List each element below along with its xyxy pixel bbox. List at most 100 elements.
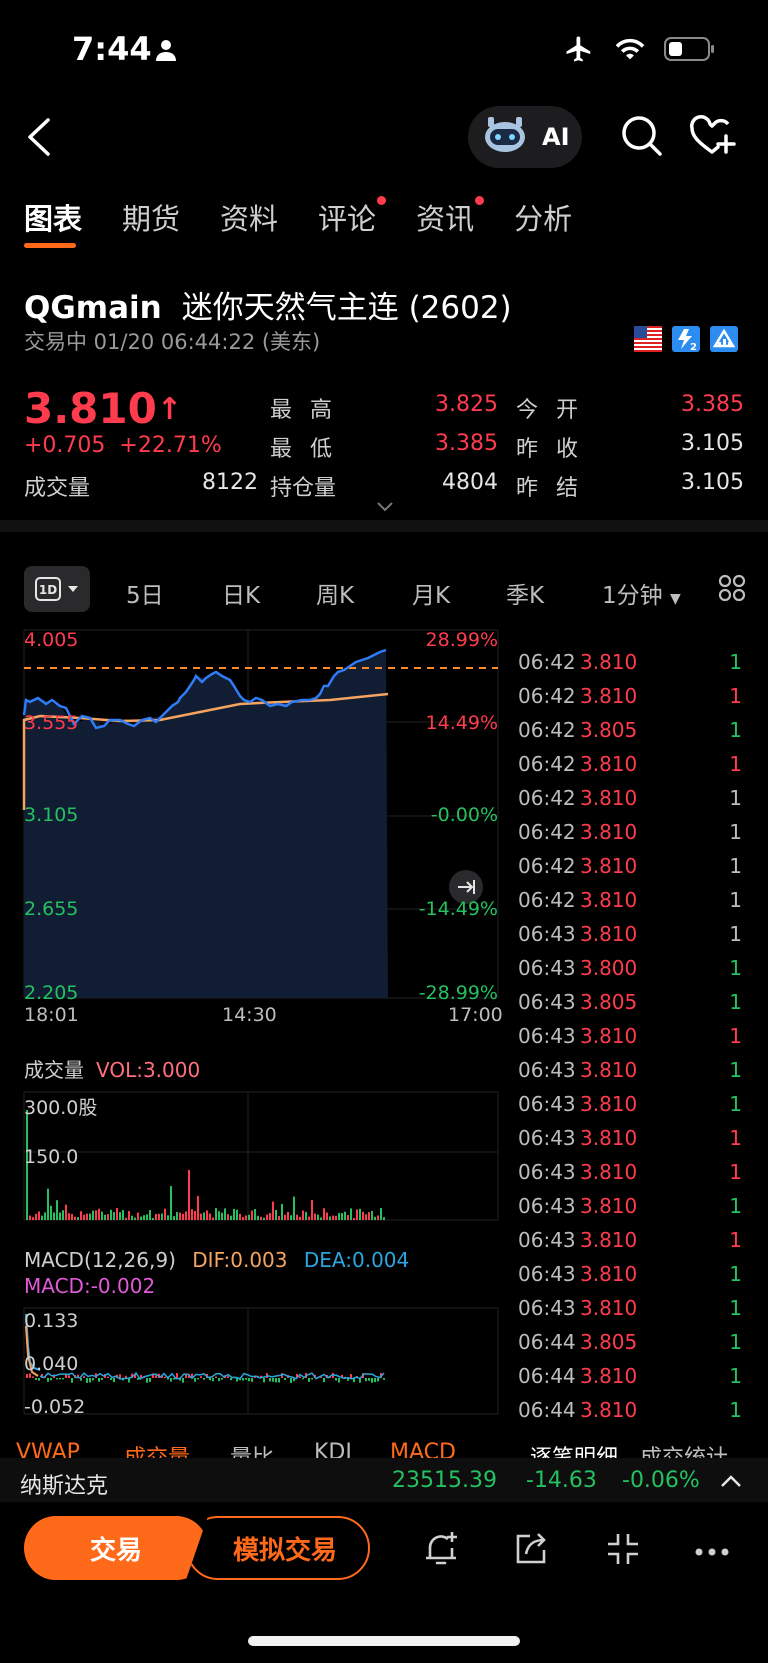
macd-axis-0: 0.133 xyxy=(24,1310,79,1332)
trade-price: 3.810 xyxy=(580,922,638,946)
macd-bar xyxy=(35,1378,37,1381)
trade-qty: 1 xyxy=(729,684,742,708)
trade-price: 3.810 xyxy=(580,1296,638,1320)
trade-price: 3.810 xyxy=(580,1024,638,1048)
macd-bar xyxy=(365,1378,367,1382)
period-monthly[interactable]: 月K xyxy=(412,576,450,610)
macd-bar xyxy=(245,1378,247,1380)
trade-row: 06:43 3.810 1 xyxy=(518,1160,748,1194)
bell-add-icon[interactable] xyxy=(422,1530,460,1572)
caret-down-icon xyxy=(68,586,78,592)
macd-dea: DEA:0.004 xyxy=(303,1248,410,1272)
volume-bar xyxy=(266,1214,268,1220)
trade-qty: 1 xyxy=(729,854,742,878)
ai-label: AI xyxy=(542,123,570,151)
volume-bar xyxy=(212,1217,214,1220)
volume-bar xyxy=(209,1213,211,1220)
tab-1[interactable]: 期货 xyxy=(122,196,180,238)
trade-ticks-list[interactable]: 06:42 3.810 1 06:42 3.810 1 06:42 3.805 1 06:42 3.… xyxy=(518,650,748,1432)
trade-row: 06:42 3.810 1 xyxy=(518,854,748,888)
status-time: 7:44 xyxy=(72,30,152,68)
volume-bar xyxy=(197,1196,199,1220)
period-1d-dropdown[interactable]: 1D xyxy=(24,566,90,612)
volume-bar xyxy=(362,1211,364,1220)
volume-bar xyxy=(377,1215,379,1220)
volume-bar xyxy=(53,1212,55,1220)
volume-bar xyxy=(302,1210,304,1220)
tab-volume-ratio[interactable]: 量比 xyxy=(230,1440,274,1460)
volume-bar xyxy=(242,1217,244,1220)
tab-0[interactable]: 图表 xyxy=(24,196,82,248)
us-flag-icon[interactable] xyxy=(634,326,662,352)
tab-trade-stats[interactable]: 成交统计 xyxy=(640,1440,728,1460)
tab-3[interactable]: 评论 xyxy=(318,196,387,238)
tab-5[interactable]: 分析 xyxy=(514,196,572,238)
expand-chevron-icon[interactable] xyxy=(376,498,394,517)
volume-bar xyxy=(158,1213,160,1220)
volume-bar xyxy=(185,1211,187,1220)
period-5d[interactable]: 5日 xyxy=(126,576,164,610)
more-icon[interactable] xyxy=(694,1542,730,1561)
tab-vwap[interactable]: VWAP xyxy=(16,1440,80,1460)
tab-tick-detail[interactable]: 逐笔明细 xyxy=(530,1440,618,1460)
macd-bar xyxy=(275,1378,277,1383)
trade-qty: 1 xyxy=(729,718,742,742)
trade-price: 3.800 xyxy=(580,956,638,980)
trade-time: 06:42 xyxy=(518,786,576,810)
back-button[interactable] xyxy=(22,112,58,162)
index-ticker-bar[interactable]: 纳斯达克 23515.39 -14.63 -0.06% xyxy=(0,1458,768,1502)
trade-row: 06:43 3.805 1 xyxy=(518,990,748,1024)
period-selector: 1D 5日 日K 周K 月K 季K 1分钟 ▼ xyxy=(24,566,754,612)
1d-icon: 1D xyxy=(35,577,61,601)
volume-bar xyxy=(230,1215,232,1220)
trade-button[interactable]: 交易 xyxy=(24,1516,208,1580)
home-indicator[interactable] xyxy=(248,1636,520,1646)
period-daily[interactable]: 日K xyxy=(222,576,260,610)
period-quarterly[interactable]: 季K xyxy=(506,576,544,610)
period-1d-label: 1D xyxy=(39,583,57,597)
chevron-up-icon[interactable] xyxy=(720,1470,742,1495)
search-icon[interactable] xyxy=(620,114,664,162)
volume-bar xyxy=(239,1213,241,1220)
trade-time: 06:43 xyxy=(518,1262,576,1286)
macd-bar xyxy=(182,1378,184,1383)
tab-2[interactable]: 资料 xyxy=(220,196,278,238)
tab-volume[interactable]: 成交量 xyxy=(124,1440,190,1460)
volume-bar xyxy=(143,1215,145,1220)
volume-bar xyxy=(317,1214,319,1220)
volume-bar xyxy=(125,1217,127,1220)
period-weekly[interactable]: 周K xyxy=(316,576,354,610)
macd-bar xyxy=(197,1378,199,1380)
volume-bar xyxy=(161,1213,163,1220)
chart-rank-icon[interactable] xyxy=(710,326,738,352)
volume-bar xyxy=(359,1208,361,1220)
volume-bar xyxy=(233,1208,235,1220)
trade-price: 3.810 xyxy=(580,684,638,708)
volume-bar xyxy=(80,1211,82,1220)
volume-indicator-title: 成交量 VOL:3.000 xyxy=(24,1058,201,1082)
trade-time: 06:42 xyxy=(518,718,576,742)
period-1min-dropdown[interactable]: 1分钟 ▼ xyxy=(602,576,681,610)
simulated-trade-button[interactable]: 模拟交易 xyxy=(186,1516,370,1580)
notification-dot xyxy=(475,196,485,205)
trade-row: 06:42 3.805 1 xyxy=(518,718,748,752)
level2-icon[interactable]: 2 xyxy=(672,326,700,353)
tab-4[interactable]: 资讯 xyxy=(416,196,485,238)
tab-kdj[interactable]: KDJ xyxy=(314,1440,352,1460)
collapse-icon[interactable] xyxy=(604,1530,642,1572)
prev-close-value: 3.105 xyxy=(681,431,744,456)
macd-bar xyxy=(290,1378,292,1383)
tab-macd[interactable]: MACD xyxy=(390,1440,456,1460)
trade-time: 06:43 xyxy=(518,1092,576,1116)
action-bar: 交易 模拟交易 xyxy=(0,1502,768,1602)
share-icon[interactable] xyxy=(512,1530,550,1572)
ai-assistant-button[interactable]: AI xyxy=(468,106,582,168)
volume-bar xyxy=(248,1214,250,1220)
grid-layout-icon[interactable] xyxy=(718,574,746,608)
trade-price: 3.810 xyxy=(580,820,638,844)
trade-time: 06:43 xyxy=(518,1296,576,1320)
y-label-left-0: 4.005 xyxy=(24,629,79,651)
volume-bar xyxy=(152,1217,154,1220)
macd-axis-1: 0.040 xyxy=(24,1353,79,1375)
favorite-add-icon[interactable] xyxy=(688,114,738,162)
